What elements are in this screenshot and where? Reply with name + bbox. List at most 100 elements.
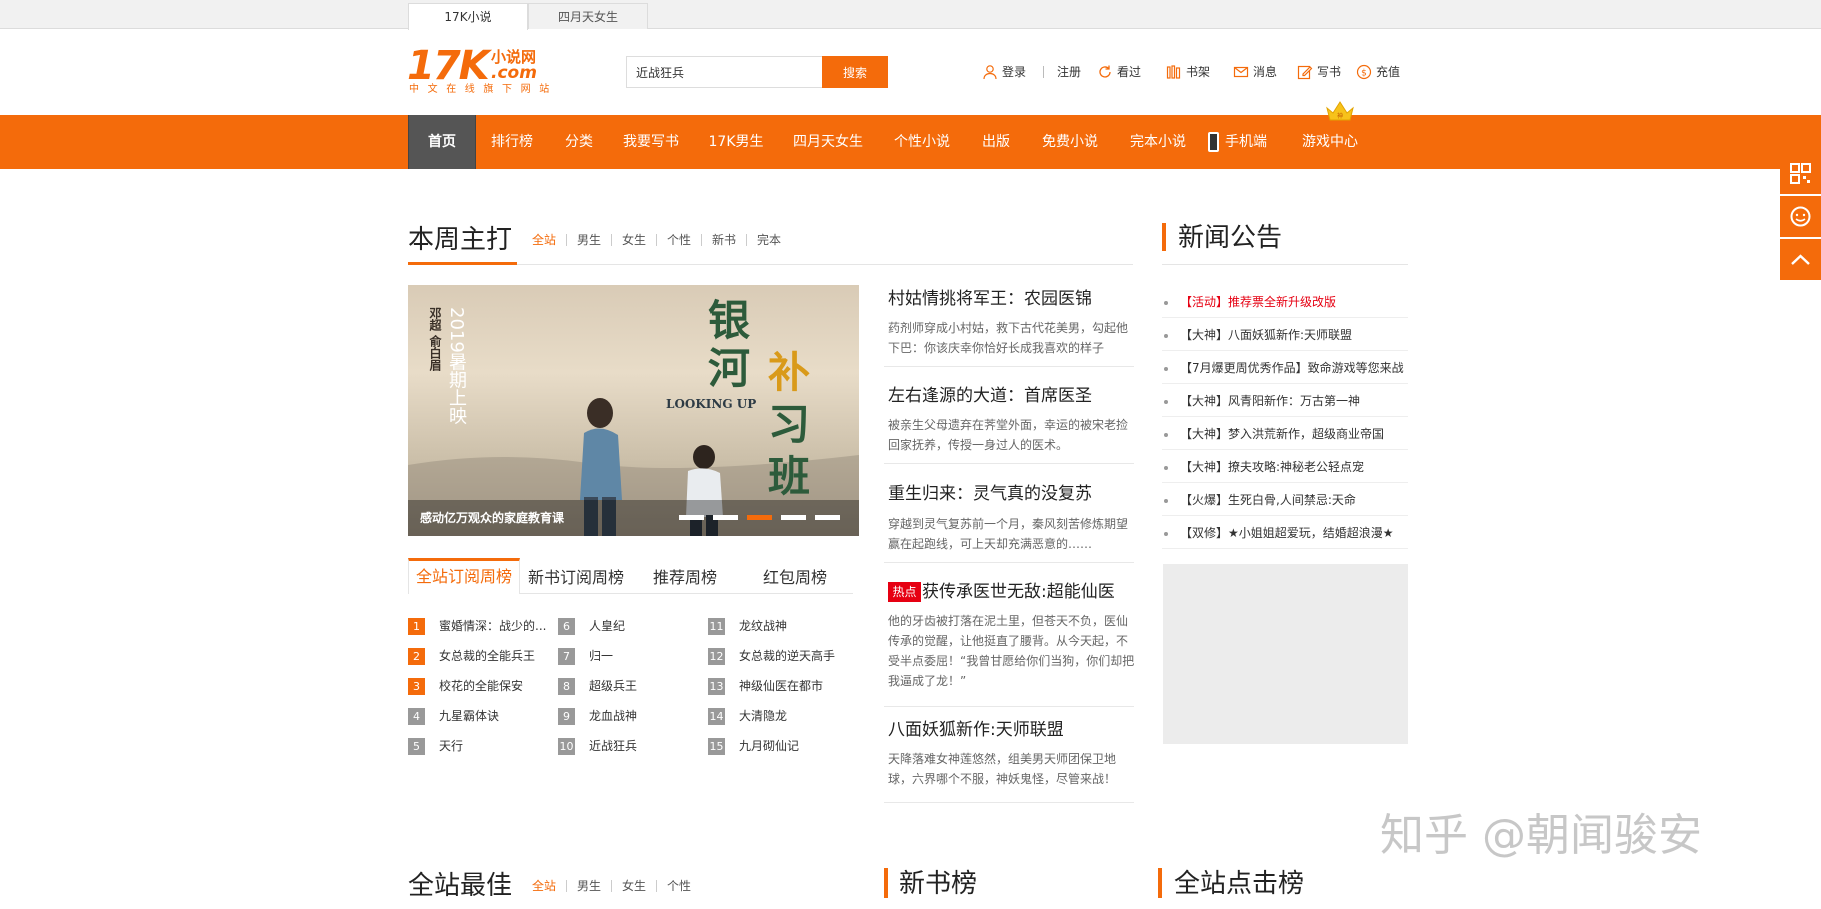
story-title[interactable]: 村姑情挑将军王：农园医锦 xyxy=(888,288,1092,310)
recharge-link[interactable]: $ 充值 xyxy=(1356,62,1400,82)
rank-book-link[interactable]: 九星霸体诀 xyxy=(439,708,499,725)
story-title[interactable]: 八面妖狐新作:天师联盟 xyxy=(888,719,1064,741)
message-link[interactable]: 消息 xyxy=(1233,62,1277,82)
write-link[interactable]: 写书 xyxy=(1297,62,1341,82)
news-link[interactable]: 【双修】★小姐姐超爱玩，结婚超浪漫★ xyxy=(1180,525,1394,541)
divider xyxy=(701,234,702,246)
nav-ranking[interactable]: 排行榜 xyxy=(484,115,540,169)
rank-book-link[interactable]: 天行 xyxy=(439,738,463,755)
register-link[interactable]: 注册 xyxy=(1057,62,1081,82)
bullet-icon xyxy=(1164,367,1168,371)
rank-book-link[interactable]: 龙纹战神 xyxy=(739,618,787,635)
rank-tab-all-subscribe[interactable]: 全站订阅周榜 xyxy=(408,558,520,594)
search-button[interactable]: 搜索 xyxy=(822,56,888,88)
divider xyxy=(611,234,612,246)
rank-tab-redpacket[interactable]: 红包周榜 xyxy=(756,563,834,593)
best-filter-personal[interactable]: 个性 xyxy=(667,878,691,894)
rank-book-link[interactable]: 九月砌仙记 xyxy=(739,738,799,755)
news-link[interactable]: 【火爆】生死白骨,人间禁忌:天命 xyxy=(1180,492,1356,508)
carousel-dot[interactable] xyxy=(815,515,840,520)
qrcode-icon xyxy=(1790,163,1811,184)
nav-finished-novel[interactable]: 完本小说 xyxy=(1124,115,1192,169)
nav-category[interactable]: 分类 xyxy=(558,115,600,169)
filter-female[interactable]: 女生 xyxy=(622,232,646,248)
story-desc: 药剂师穿成小村姑，救下古代花美男，勾起他下巴：你该庆幸你恰好长成我喜欢的样子 xyxy=(888,321,1129,355)
divider xyxy=(1162,383,1408,384)
login-link[interactable]: 登录 xyxy=(982,62,1026,82)
bullet-icon xyxy=(1164,532,1168,536)
back-to-top-button[interactable] xyxy=(1780,239,1821,280)
divider xyxy=(884,366,1134,367)
nav-home[interactable]: 首页 xyxy=(408,115,476,169)
tab-17k[interactable]: 17K小说 xyxy=(408,3,528,30)
customer-service-button[interactable] xyxy=(1780,196,1821,237)
carousel-dot-active[interactable] xyxy=(747,515,772,520)
divider xyxy=(1043,66,1044,78)
story-desc: 被亲生父母遗弃在荠堂外面，幸运的被宋老捡回家抚养，传授一身过人的医术。 xyxy=(888,418,1129,452)
logo-main: 17K xyxy=(407,43,490,89)
site-logo[interactable]: 17K 小说网 .com 中文在线旗下网站 xyxy=(407,44,567,100)
news-link[interactable]: 【活动】推荐票全新升级改版 xyxy=(1180,294,1336,310)
section-divider xyxy=(1162,264,1408,265)
story-title[interactable]: 重生归来：灵气真的没复苏 xyxy=(888,483,1092,505)
news-title: 新闻公告 xyxy=(1178,223,1283,253)
story-desc: 穿越到灵气复苏前一个月，秦风刻苦修炼期望赢在起跑线，可上天却充满恶意的…… xyxy=(888,517,1129,551)
story-title[interactable]: 获传承医世无敌:超能仙医 xyxy=(922,581,1115,603)
nav-free-novel[interactable]: 免费小说 xyxy=(1036,115,1104,169)
bookshelf-link[interactable]: 书架 xyxy=(1166,62,1210,82)
qrcode-button[interactable] xyxy=(1780,153,1821,194)
rank-book-link[interactable]: 龙血战神 xyxy=(589,708,637,725)
news-link[interactable]: 【大神】八面妖狐新作:天师联盟 xyxy=(1180,327,1352,343)
ad-placeholder[interactable] xyxy=(1163,564,1408,744)
best-filter-all[interactable]: 全站 xyxy=(532,878,556,894)
best-filter-male[interactable]: 男生 xyxy=(577,878,601,894)
coin-icon: $ xyxy=(1356,64,1372,80)
history-link[interactable]: 看过 xyxy=(1097,62,1141,82)
rank-number: 12 xyxy=(708,648,725,665)
rank-book-link[interactable]: 归一 xyxy=(589,648,613,665)
filter-personal[interactable]: 个性 xyxy=(667,232,691,248)
rank-book-link[interactable]: 大清隐龙 xyxy=(739,708,787,725)
svg-text:神: 神 xyxy=(1337,112,1343,120)
rank-book-link[interactable]: 蜜婚情深：战少的... xyxy=(439,618,546,635)
filter-new[interactable]: 新书 xyxy=(712,232,736,248)
news-link[interactable]: 【大神】撩夫攻略:神秘老公轻点宠 xyxy=(1180,459,1364,475)
story-title[interactable]: 左右逢源的大道：首席医圣 xyxy=(888,385,1092,407)
banner-english-title: LOOKING UP xyxy=(666,397,757,411)
carousel-dot[interactable] xyxy=(679,515,704,520)
nav-publish[interactable]: 出版 xyxy=(976,115,1016,169)
filter-finished[interactable]: 完本 xyxy=(757,232,781,248)
news-link[interactable]: 【大神】风青阳新作：万古第一神 xyxy=(1180,393,1360,409)
carousel-dot[interactable] xyxy=(713,515,738,520)
carousel-dot[interactable] xyxy=(781,515,806,520)
news-link[interactable]: 【大神】梦入洪荒新作，超级商业帝国 xyxy=(1180,426,1384,442)
banner-caption: 感动亿万观众的家庭教育课 xyxy=(420,511,565,525)
rank-book-link[interactable]: 人皇纪 xyxy=(589,618,625,635)
search-input[interactable] xyxy=(626,56,822,88)
rank-number: 3 xyxy=(408,678,425,695)
rank-book-link[interactable]: 超级兵王 xyxy=(589,678,637,695)
promo-banner[interactable]: 银河 补习班 LOOKING UP 2019暑期上映 邓超 俞白眉 xyxy=(408,285,859,536)
tab-april-girls[interactable]: 四月天女生 xyxy=(528,3,648,29)
nav-mobile[interactable]: 手机端 xyxy=(1208,115,1272,169)
nav-april-female[interactable]: 四月天女生 xyxy=(788,115,868,169)
rank-book-link[interactable]: 校花的全能保安 xyxy=(439,678,523,695)
rank-number: 4 xyxy=(408,708,425,725)
best-filter-female[interactable]: 女生 xyxy=(622,878,646,894)
rank-number: 1 xyxy=(408,618,425,635)
filter-male[interactable]: 男生 xyxy=(577,232,601,248)
news-link[interactable]: 【7月爆更周优秀作品】致命游戏等您来战 xyxy=(1180,360,1404,376)
rank-book-link[interactable]: 女总裁的全能兵王 xyxy=(439,648,535,665)
divider xyxy=(1162,482,1408,483)
nav-write-book[interactable]: 我要写书 xyxy=(618,115,684,169)
rank-book-link[interactable]: 近战狂兵 xyxy=(589,738,637,755)
filter-all[interactable]: 全站 xyxy=(532,232,556,248)
nav-17k-male[interactable]: 17K男生 xyxy=(704,115,768,169)
nav-personal-novel[interactable]: 个性小说 xyxy=(888,115,956,169)
rank-book-link[interactable]: 神级仙医在都市 xyxy=(739,678,823,695)
rank-tab-new-subscribe[interactable]: 新书订阅周榜 xyxy=(524,563,628,593)
rank-tab-recommend[interactable]: 推荐周榜 xyxy=(646,563,724,593)
rank-book-link[interactable]: 女总裁的逆天高手 xyxy=(739,648,835,665)
watermark: 知乎 @朝闻骏安 xyxy=(1380,810,1702,861)
hot-badge: 热点 xyxy=(888,582,921,602)
